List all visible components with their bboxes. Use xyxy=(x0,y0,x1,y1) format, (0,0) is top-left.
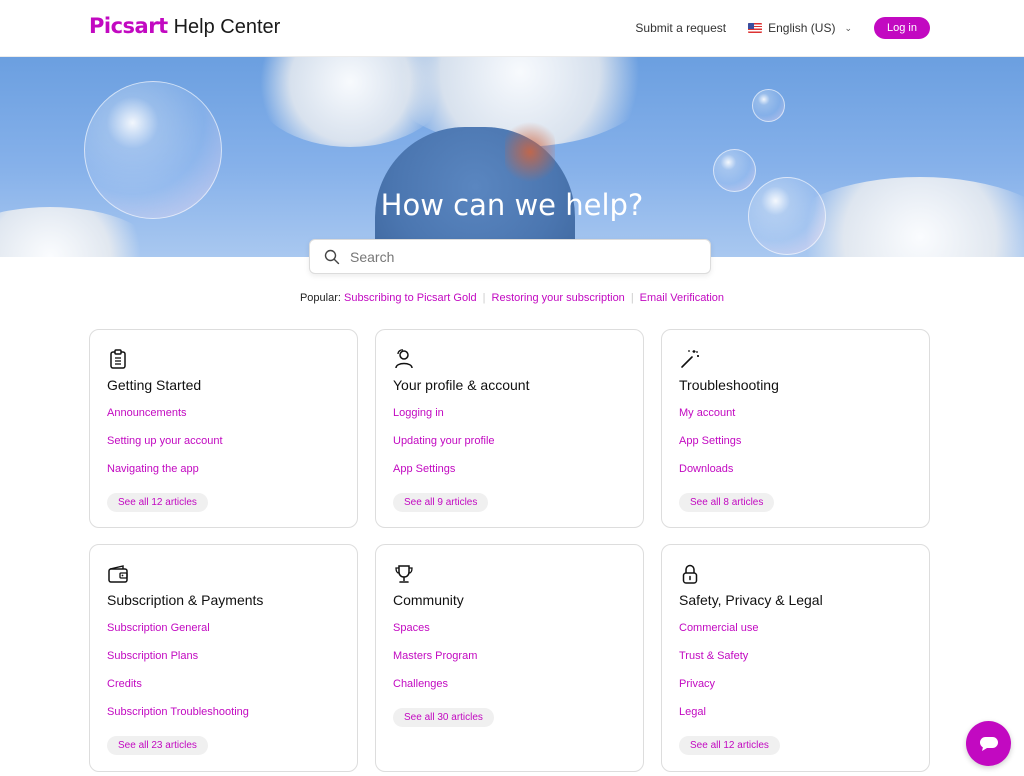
hero-banner: How can we help? xyxy=(0,57,1024,257)
see-all-button[interactable]: See all 30 articles xyxy=(393,708,494,727)
category-card-community: Community Spaces Masters Program Challen… xyxy=(375,544,644,772)
submit-request-link[interactable]: Submit a request xyxy=(635,21,726,35)
chat-button[interactable] xyxy=(966,721,1011,766)
language-selector[interactable]: English (US) ⌄ xyxy=(748,21,852,35)
clipboard-icon xyxy=(110,349,126,369)
category-title: Getting Started xyxy=(107,377,202,393)
list-item: Subscription Plans xyxy=(107,650,340,678)
lock-icon xyxy=(682,564,698,584)
category-title: Community xyxy=(393,592,464,608)
article-list: My account App Settings Downloads xyxy=(679,407,912,491)
article-link[interactable]: Navigating the app xyxy=(107,463,199,475)
article-link[interactable]: Updating your profile xyxy=(393,435,495,447)
list-item: Updating your profile xyxy=(393,435,626,463)
list-item: Legal xyxy=(679,706,912,734)
hero-title: How can we help? xyxy=(380,188,644,222)
article-link[interactable]: My account xyxy=(679,407,735,419)
article-link[interactable]: Logging in xyxy=(393,407,444,419)
list-item: Setting up your account xyxy=(107,435,340,463)
category-card-subscription: Subscription & Payments Subscription Gen… xyxy=(89,544,358,772)
article-list: Commercial use Trust & Safety Privacy Le… xyxy=(679,622,912,734)
list-item: Challenges xyxy=(393,678,626,706)
search-box xyxy=(309,239,711,274)
chevron-down-icon: ⌄ xyxy=(844,22,853,33)
list-item: App Settings xyxy=(393,463,626,491)
article-link[interactable]: Subscription General xyxy=(107,622,210,634)
category-title: Your profile & account xyxy=(393,377,530,393)
popular-link-restore[interactable]: Restoring your subscription xyxy=(492,292,625,304)
language-label: English (US) xyxy=(768,21,836,35)
see-all-button[interactable]: See all 12 articles xyxy=(679,736,780,755)
see-all-button[interactable]: See all 8 articles xyxy=(679,493,775,512)
list-item: Announcements xyxy=(107,407,340,435)
see-all-button[interactable]: See all 23 articles xyxy=(107,736,208,755)
separator: | xyxy=(630,292,634,304)
us-flag-icon xyxy=(748,23,763,33)
list-item: Spaces xyxy=(393,622,626,650)
wallet-icon xyxy=(108,565,128,583)
separator: | xyxy=(482,292,486,304)
article-link[interactable]: Legal xyxy=(679,706,706,718)
article-list: Subscription General Subscription Plans … xyxy=(107,622,340,734)
help-center-title: Help Center xyxy=(173,16,281,38)
list-item: My account xyxy=(679,407,912,435)
category-card-getting-started: Getting Started Announcements Setting up… xyxy=(89,329,358,528)
article-link[interactable]: Trust & Safety xyxy=(679,650,748,662)
magic-wand-icon xyxy=(681,350,699,368)
picsart-logo: Picsart xyxy=(89,14,168,38)
popular-link-gold[interactable]: Subscribing to Picsart Gold xyxy=(344,292,477,304)
popular-link-email[interactable]: Email Verification xyxy=(640,292,724,304)
list-item: Subscription Troubleshooting xyxy=(107,706,340,734)
category-title: Subscription & Payments xyxy=(107,592,264,608)
article-link[interactable]: Downloads xyxy=(679,463,733,475)
category-card-troubleshooting: Troubleshooting My account App Settings … xyxy=(661,329,930,528)
article-link[interactable]: Setting up your account xyxy=(107,435,223,447)
chat-icon xyxy=(979,736,998,751)
login-button[interactable]: Log in xyxy=(874,17,930,39)
bubble xyxy=(713,149,756,192)
article-link[interactable]: Masters Program xyxy=(393,650,477,662)
article-link[interactable]: Subscription Troubleshooting xyxy=(107,706,249,718)
article-list: Announcements Setting up your account Na… xyxy=(107,407,340,491)
list-item: Subscription General xyxy=(107,622,340,650)
article-link[interactable]: App Settings xyxy=(679,435,741,447)
see-all-button[interactable]: See all 9 articles xyxy=(393,493,489,512)
list-item: Credits xyxy=(107,678,340,706)
list-item: Navigating the app xyxy=(107,463,340,491)
search-input[interactable] xyxy=(350,248,680,265)
header-nav: Submit a request English (US) ⌄ Log in xyxy=(635,17,930,39)
brand-logo-link[interactable]: Picsart Help Center xyxy=(89,14,280,39)
list-item: Logging in xyxy=(393,407,626,435)
article-link[interactable]: Subscription Plans xyxy=(107,650,198,662)
profile-icon xyxy=(395,349,413,369)
article-link[interactable]: App Settings xyxy=(393,463,455,475)
bubble xyxy=(752,89,785,122)
list-item: App Settings xyxy=(679,435,912,463)
trophy-icon xyxy=(395,565,413,583)
article-link[interactable]: Credits xyxy=(107,678,142,690)
see-all-button[interactable]: See all 12 articles xyxy=(107,493,208,512)
article-list: Logging in Updating your profile App Set… xyxy=(393,407,626,491)
category-title: Safety, Privacy & Legal xyxy=(679,592,823,608)
article-link[interactable]: Announcements xyxy=(107,407,187,419)
list-item: Commercial use xyxy=(679,622,912,650)
popular-searches: Popular: Subscribing to Picsart Gold | Res… xyxy=(0,292,1024,304)
site-header: Picsart Help Center Submit a request Eng… xyxy=(0,0,1024,57)
category-card-profile: Your profile & account Logging in Updati… xyxy=(375,329,644,528)
article-link[interactable]: Challenges xyxy=(393,678,448,690)
hero-hair xyxy=(505,117,555,187)
article-list: Spaces Masters Program Challenges xyxy=(393,622,626,706)
category-title: Troubleshooting xyxy=(679,377,779,393)
article-link[interactable]: Commercial use xyxy=(679,622,758,634)
article-link[interactable]: Spaces xyxy=(393,622,430,634)
category-card-safety: Safety, Privacy & Legal Commercial use T… xyxy=(661,544,930,772)
list-item: Trust & Safety xyxy=(679,650,912,678)
popular-label: Popular: xyxy=(299,292,341,304)
list-item: Masters Program xyxy=(393,650,626,678)
list-item: Privacy xyxy=(679,678,912,706)
list-item: Downloads xyxy=(679,463,912,491)
search-icon xyxy=(324,249,340,264)
article-link[interactable]: Privacy xyxy=(679,678,715,690)
